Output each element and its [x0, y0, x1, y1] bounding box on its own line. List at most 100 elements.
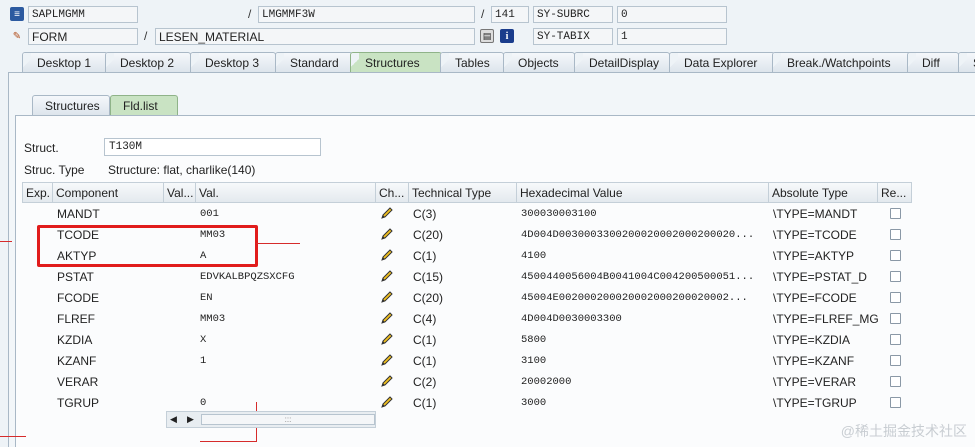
- struct-input[interactable]: T130M: [104, 138, 321, 156]
- absolute-type-cell: \TYPE=KZDIA: [773, 333, 851, 347]
- tab-inner-fld-list[interactable]: Fld.list: [110, 95, 178, 115]
- ref-checkbox[interactable]: [890, 250, 901, 261]
- technical-type-cell: C(15): [413, 270, 444, 284]
- tab-s[interactable]: S: [958, 52, 975, 72]
- col-header-val[interactable]: Val.: [196, 182, 376, 203]
- ref-checkbox[interactable]: [890, 229, 901, 240]
- absolute-type-cell: \TYPE=AKTYP: [773, 249, 855, 263]
- pencil-icon[interactable]: [380, 332, 394, 346]
- table-row[interactable]: TGRUP 0 C(1) 3000 \TYPE=TGRUP: [22, 392, 912, 413]
- absolute-type-cell: \TYPE=VERAR: [773, 375, 857, 389]
- include-field[interactable]: LMGMMF3W: [258, 6, 475, 23]
- col-header-component[interactable]: Component: [53, 182, 164, 203]
- ref-checkbox[interactable]: [890, 208, 901, 219]
- value-cell[interactable]: 1: [196, 350, 376, 371]
- tab-objects[interactable]: Objects: [503, 52, 575, 72]
- line-field[interactable]: 141: [491, 6, 529, 23]
- col-header-technical-type[interactable]: Technical Type: [409, 182, 517, 203]
- table-row[interactable]: PSTAT EDVKALBPQZSXCFG C(15) 4500440056004B0…: [22, 266, 912, 287]
- tab-diff[interactable]: Diff: [907, 52, 959, 72]
- value-cell[interactable]: 001: [196, 203, 376, 224]
- component-cell: FCODE: [57, 291, 99, 305]
- pencil-icon[interactable]: [380, 206, 394, 220]
- hex-value-cell: 300030003100: [521, 208, 597, 220]
- ref-checkbox[interactable]: [890, 355, 901, 366]
- horizontal-scrollbar[interactable]: ◀ ▶ :::: [166, 411, 376, 428]
- value-cell[interactable]: EN: [196, 287, 376, 308]
- sysvar-value-field[interactable]: 0: [617, 6, 727, 23]
- pencil-icon[interactable]: [380, 248, 394, 262]
- technical-type-cell: C(20): [413, 228, 444, 242]
- absolute-type-cell: \TYPE=KZANF: [773, 354, 855, 368]
- component-cell: KZANF: [57, 354, 97, 368]
- value-cell[interactable]: X: [196, 329, 376, 350]
- col-header-val-short[interactable]: Val...: [164, 182, 196, 203]
- pencil-icon[interactable]: [380, 374, 394, 388]
- event-type-field[interactable]: FORM: [28, 28, 138, 45]
- info-icon[interactable]: i: [500, 29, 514, 43]
- table-row[interactable]: KZANF 1 C(1) 3100 \TYPE=KZANF: [22, 350, 912, 371]
- technical-type-cell: C(1): [413, 354, 437, 368]
- table-row[interactable]: MANDT 001 C(3) 300030003100 \TYPE=MANDT: [22, 203, 912, 224]
- pencil-icon[interactable]: [380, 395, 394, 409]
- table-row[interactable]: FLREF MM03 C(4) 4D004D0030003300 \TYPE=FLREF…: [22, 308, 912, 329]
- pencil-icon[interactable]: [380, 353, 394, 367]
- sysvar2-value-field[interactable]: 1: [617, 28, 727, 45]
- event-field[interactable]: LESEN_MATERIAL: [155, 28, 475, 45]
- ref-checkbox[interactable]: [890, 334, 901, 345]
- scroll-left-icon[interactable]: ◀: [170, 414, 177, 425]
- table-row[interactable]: VERAR C(2) 20002000 \TYPE=VERAR: [22, 371, 912, 392]
- ref-checkbox[interactable]: [890, 397, 901, 408]
- component-cell: FLREF: [57, 312, 96, 326]
- tab-desktop-3[interactable]: Desktop 3: [190, 52, 276, 72]
- tab-data-explorer[interactable]: Data Explorer: [669, 52, 775, 72]
- ref-checkbox[interactable]: [890, 376, 901, 387]
- col-header-exp[interactable]: Exp.: [22, 182, 53, 203]
- tab-desktop-1[interactable]: Desktop 1: [22, 52, 108, 72]
- tab-structures[interactable]: Structures: [350, 52, 442, 72]
- value-cell[interactable]: [196, 371, 376, 392]
- form-icon: ✎: [12, 30, 22, 42]
- tab-desktop-2[interactable]: Desktop 2: [105, 52, 191, 72]
- annotation-line: [200, 441, 257, 442]
- pencil-icon[interactable]: [380, 311, 394, 325]
- value-cell[interactable]: 0: [196, 392, 376, 413]
- table-row[interactable]: FCODE EN C(20) 45004E0020002000200020002000…: [22, 287, 912, 308]
- component-cell: TGRUP: [57, 396, 99, 410]
- tab-inner-structures[interactable]: Structures: [32, 95, 110, 115]
- component-cell: KZDIA: [57, 333, 93, 347]
- scroll-thumb[interactable]: :::: [201, 414, 375, 425]
- hex-value-cell: 5800: [521, 334, 547, 346]
- component-cell: PSTAT: [57, 270, 94, 284]
- col-header-hex-value[interactable]: Hexadecimal Value: [517, 182, 769, 203]
- ref-checkbox[interactable]: [890, 292, 901, 303]
- scroll-right-icon[interactable]: ▶: [187, 414, 194, 425]
- display-source-icon[interactable]: ▤: [480, 29, 494, 43]
- sysvar-name-field[interactable]: SY-SUBRC: [533, 6, 613, 23]
- technical-type-cell: C(4): [413, 312, 437, 326]
- table-row[interactable]: KZDIA X C(1) 5800 \TYPE=KZDIA: [22, 329, 912, 350]
- col-header-ref[interactable]: Re...: [878, 182, 912, 203]
- col-header-absolute-type[interactable]: Absolute Type: [769, 182, 878, 203]
- value-cell[interactable]: MM03: [196, 308, 376, 329]
- pencil-icon[interactable]: [380, 290, 394, 304]
- technical-type-cell: C(3): [413, 207, 437, 221]
- pencil-icon[interactable]: [380, 227, 394, 241]
- pencil-icon[interactable]: [380, 269, 394, 283]
- tab-tables[interactable]: Tables: [440, 52, 504, 72]
- tab-break-watchpoints[interactable]: Break./Watchpoints: [772, 52, 912, 72]
- hex-value-cell: 4500440056004B0041004C004200500051...: [521, 271, 755, 283]
- sysvar2-name-field[interactable]: SY-TABIX: [533, 28, 613, 45]
- technical-type-cell: C(1): [413, 396, 437, 410]
- ref-checkbox[interactable]: [890, 271, 901, 282]
- struct-type-value: Structure: flat, charlike(140): [108, 163, 256, 177]
- hex-value-cell: 3000: [521, 397, 547, 409]
- program-field[interactable]: SAPLMGMM: [28, 6, 138, 23]
- tab-detail-display[interactable]: DetailDisplay: [574, 52, 670, 72]
- tab-standard[interactable]: Standard: [275, 52, 353, 72]
- component-cell: MANDT: [57, 207, 100, 221]
- value-cell[interactable]: EDVKALBPQZSXCFG: [196, 266, 376, 287]
- ref-checkbox[interactable]: [890, 313, 901, 324]
- col-header-change[interactable]: Ch...: [376, 182, 409, 203]
- component-cell: VERAR: [57, 375, 99, 389]
